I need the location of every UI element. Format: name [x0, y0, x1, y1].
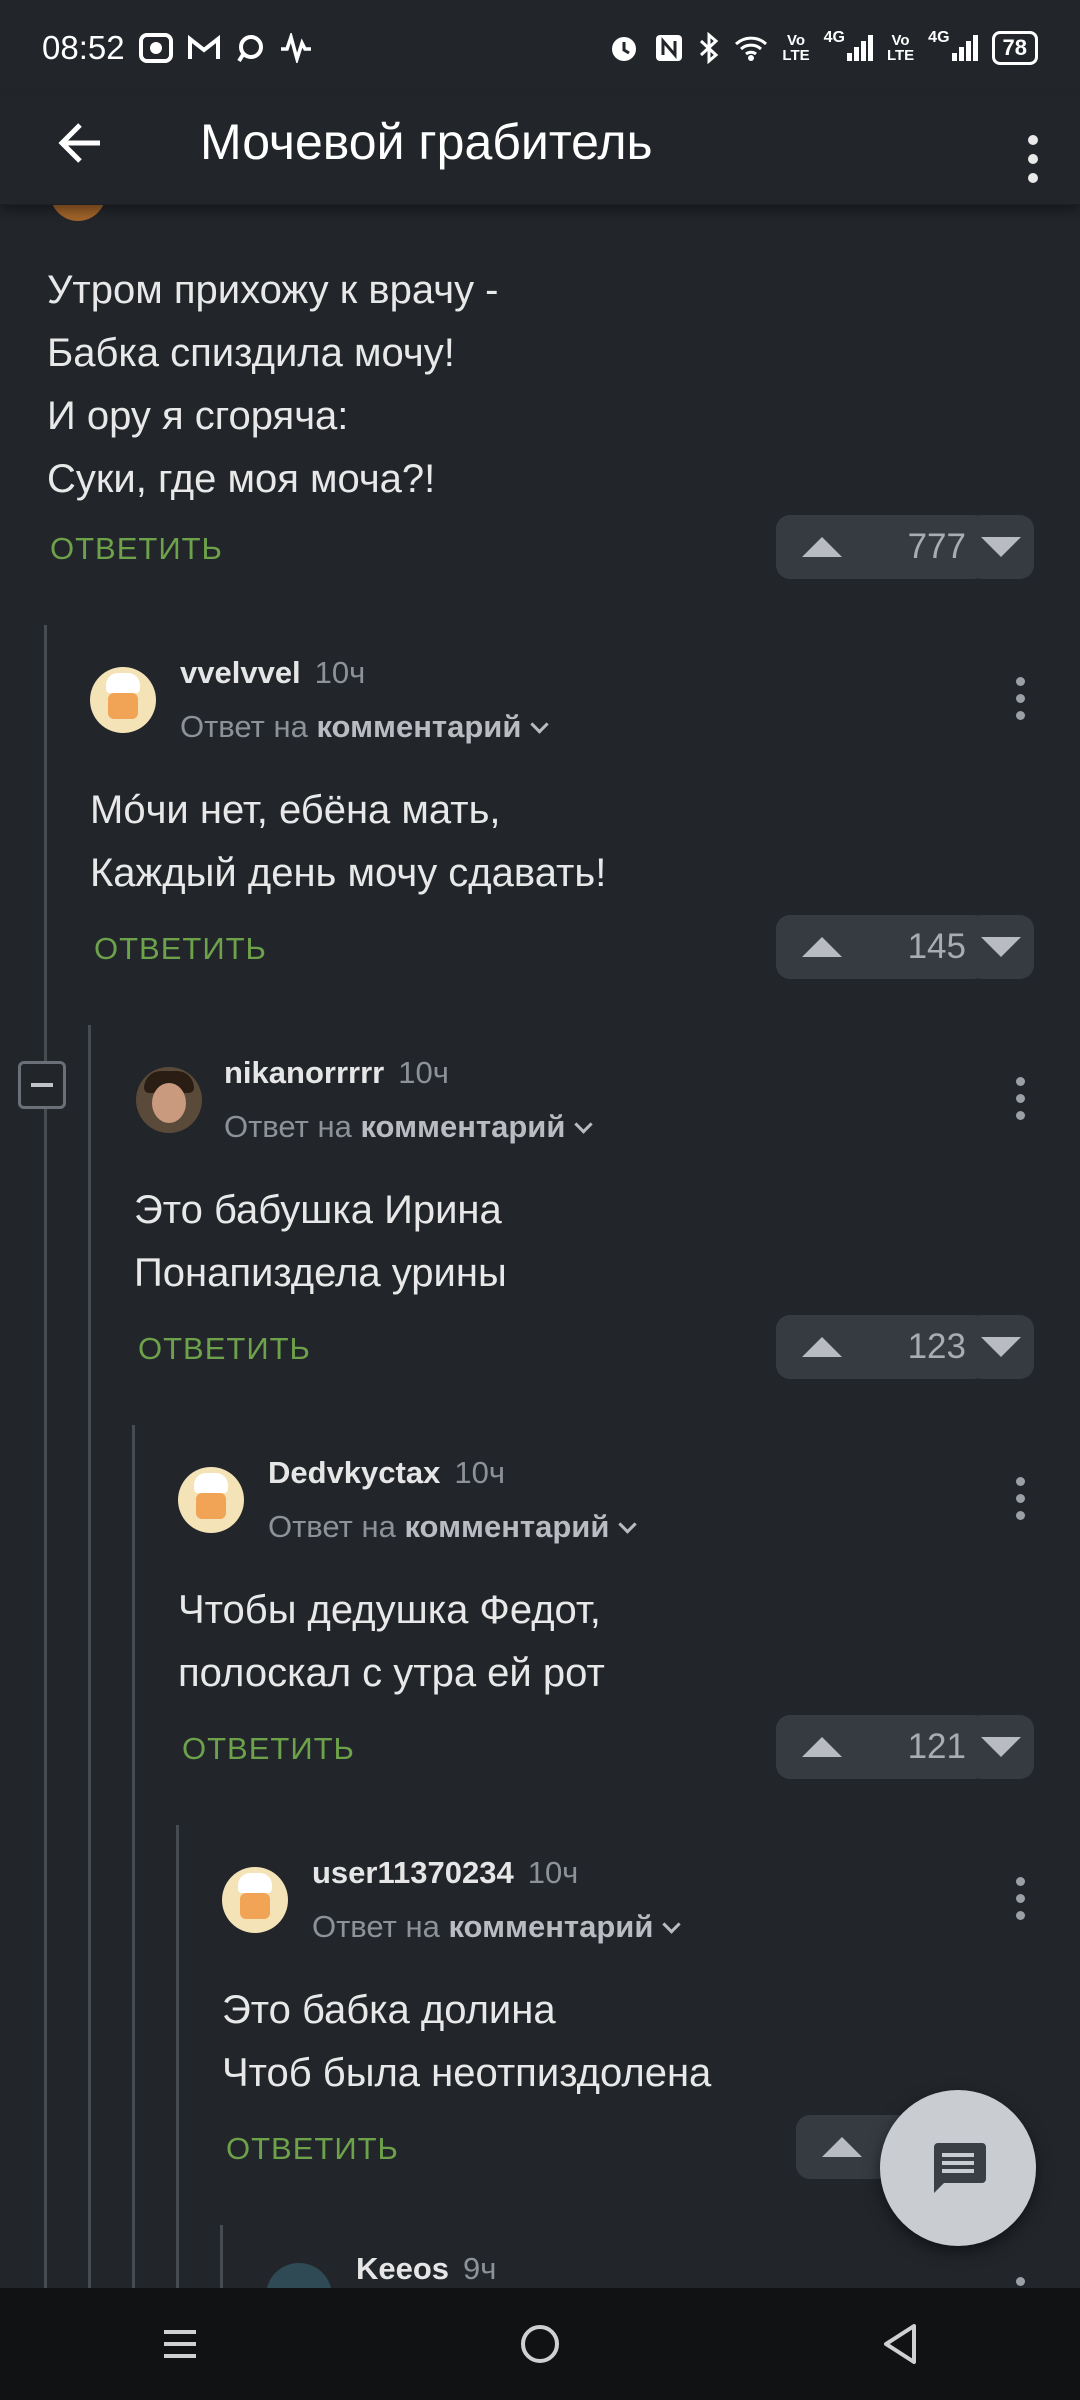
- chevron-down-icon: [530, 715, 550, 734]
- nfc-icon: [656, 34, 683, 61]
- upvote-button[interactable]: 145: [776, 915, 988, 979]
- gallery-icon: [138, 32, 173, 63]
- comment-menu-button[interactable]: [1016, 1477, 1026, 1528]
- arrow-up-icon: [802, 937, 842, 957]
- comment-text: Это бабушка Ирина Понапиздела урины: [134, 1188, 507, 1295]
- reply-to[interactable]: Ответ на комментарий: [312, 1909, 682, 1945]
- arrow-up-icon: [802, 537, 842, 557]
- arrow-left-icon: [58, 123, 100, 163]
- status-bar: 08:52 Vo LTE 4G Vo LTE 4G 78: [0, 0, 1080, 95]
- avatar[interactable]: [222, 1867, 288, 1933]
- bluetooth-icon: [700, 31, 719, 64]
- avatar[interactable]: [266, 2263, 332, 2288]
- comment-menu-button[interactable]: [1016, 677, 1026, 728]
- back-nav-button[interactable]: [855, 2309, 945, 2379]
- avatar[interactable]: [178, 1467, 244, 1533]
- username[interactable]: user11370234 10ч: [312, 1855, 578, 1891]
- avatar[interactable]: [90, 667, 156, 733]
- thread-line: [44, 625, 47, 2288]
- thread-line: [132, 1425, 135, 2288]
- thread-line: [176, 1825, 179, 2288]
- signal-icon-2: 4G: [928, 29, 978, 61]
- gmail-icon: [187, 34, 220, 59]
- arrow-up-icon: [802, 1737, 842, 1757]
- thread-line: [220, 2225, 223, 2288]
- system-nav-bar: [0, 2288, 1080, 2400]
- arrow-down-icon: [981, 537, 1021, 557]
- home-button[interactable]: [495, 2309, 585, 2379]
- avatar: [50, 205, 106, 221]
- comment-menu-button[interactable]: [1016, 1077, 1026, 1128]
- vote-count: 777: [907, 527, 966, 566]
- downvote-button[interactable]: [968, 1715, 1034, 1779]
- more-menu-button[interactable]: [1028, 135, 1040, 192]
- comment-text: Это бабка долина Чтоб была неотпиздолена: [222, 1988, 712, 2095]
- comment-time: 10ч: [398, 1055, 449, 1090]
- volte-2: Vo LTE: [886, 31, 915, 64]
- comment-time: 10ч: [527, 1855, 579, 1890]
- username[interactable]: nikanorrrrr 10ч: [224, 1055, 449, 1091]
- arrow-up-icon: [802, 1337, 842, 1357]
- vote-count: 145: [907, 927, 966, 966]
- comment-time: 10ч: [314, 655, 366, 690]
- vote-count: 121: [907, 1727, 966, 1766]
- reply-to[interactable]: Ответ на комментарий: [224, 1109, 594, 1145]
- comment-text: Утром прихожу к врачу - Бабка спиздила м…: [47, 268, 499, 501]
- downvote-button[interactable]: [968, 1315, 1034, 1379]
- chevron-down-icon: [618, 1515, 638, 1534]
- username[interactable]: Dedvkyctax 10ч: [268, 1455, 505, 1491]
- arrow-down-icon: [981, 1337, 1021, 1357]
- comment-text: Мóчи нет, ебёна мать, Каждый день мочу с…: [90, 788, 607, 895]
- downvote-button[interactable]: [968, 915, 1034, 979]
- recents-icon: [164, 2330, 196, 2358]
- battery-icon: 78: [991, 30, 1038, 65]
- arrow-up-icon: [822, 2137, 862, 2157]
- chat-icon: [236, 34, 263, 62]
- arrow-down-icon: [981, 1737, 1021, 1757]
- volte-1: Vo LTE: [782, 31, 810, 64]
- downvote-button[interactable]: [968, 515, 1034, 579]
- comments-list: Утром прихожу к врачу - Бабка спиздила м…: [0, 205, 1080, 2288]
- comment-time: 10ч: [454, 1455, 505, 1490]
- reply-to[interactable]: Ответ на комментарий: [180, 709, 550, 745]
- status-time: 08:52: [42, 28, 125, 66]
- upvote-button[interactable]: 123: [776, 1315, 988, 1379]
- upvote-button[interactable]: 121: [776, 1715, 988, 1779]
- reply-button[interactable]: ОТВЕТИТЬ: [138, 1331, 311, 1367]
- reply-to[interactable]: Ответ на комментарий: [268, 1509, 638, 1545]
- app-bar: Мочевой грабитель: [0, 95, 1080, 205]
- vote-count: 123: [907, 1327, 966, 1366]
- audio-wave-icon: [280, 32, 311, 63]
- reply-button[interactable]: ОТВЕТИТЬ: [226, 2131, 399, 2167]
- home-icon: [521, 2325, 559, 2363]
- chevron-down-icon: [662, 1915, 682, 1934]
- username[interactable]: Keeos 9ч: [356, 2251, 496, 2287]
- reply-button[interactable]: ОТВЕТИТЬ: [50, 531, 223, 567]
- recents-button[interactable]: [135, 2309, 225, 2379]
- wifi-icon: [735, 36, 768, 61]
- page-title: Мочевой грабитель: [200, 114, 653, 170]
- comment-menu-button[interactable]: [1016, 2277, 1026, 2288]
- thread-line: [88, 1025, 91, 2288]
- comment-text: Чтобы дедушка Федот, полоскал с утра ей …: [178, 1588, 605, 1695]
- signal-icon: 4G: [824, 29, 873, 61]
- reply-button[interactable]: ОТВЕТИТЬ: [182, 1731, 355, 1767]
- avatar[interactable]: [136, 1067, 202, 1133]
- alarm-icon: [612, 36, 637, 61]
- comment-menu-button[interactable]: [1016, 1877, 1026, 1928]
- upvote-button[interactable]: 777: [776, 515, 988, 579]
- back-button[interactable]: [52, 113, 112, 178]
- chevron-down-icon: [574, 1115, 594, 1134]
- reply-button[interactable]: ОТВЕТИТЬ: [94, 931, 267, 967]
- collapse-thread-button[interactable]: [18, 1061, 66, 1109]
- arrow-down-icon: [981, 937, 1021, 957]
- back-nav-icon: [884, 2324, 916, 2364]
- write-comment-button[interactable]: [880, 2090, 1036, 2246]
- username[interactable]: vvelvvel 10ч: [180, 655, 365, 691]
- comment-time: 9ч: [463, 2251, 497, 2286]
- comment-icon: [934, 2143, 986, 2193]
